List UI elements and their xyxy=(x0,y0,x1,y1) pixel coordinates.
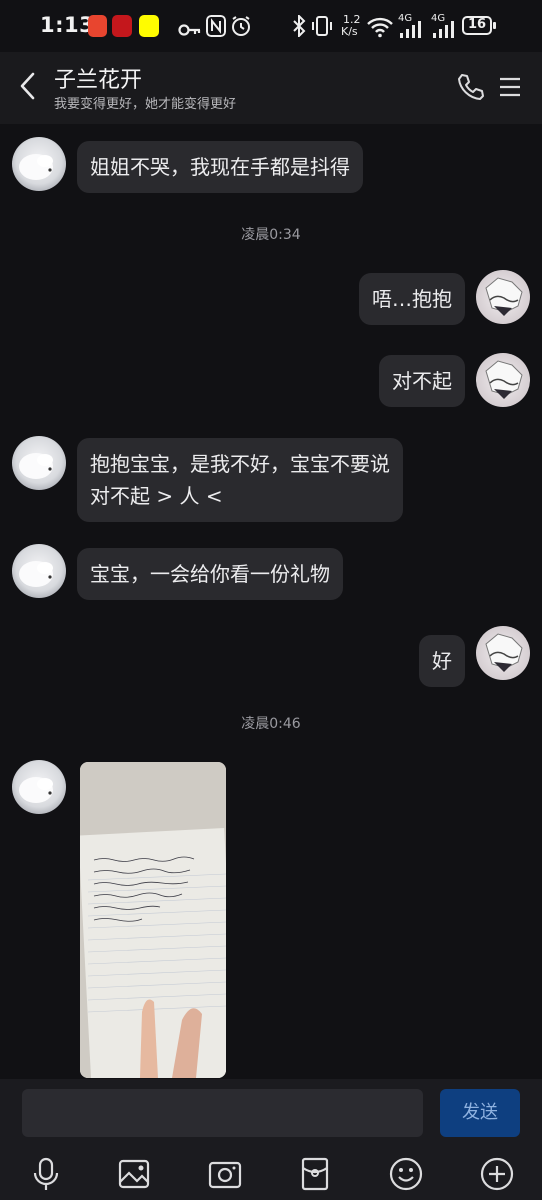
photo-of-handwritten-note-icon xyxy=(80,762,226,1078)
emoji-icon[interactable] xyxy=(388,1156,424,1192)
signal-icon-2 xyxy=(433,21,454,38)
signal-icon xyxy=(400,21,421,38)
menu-icon[interactable] xyxy=(498,75,522,99)
message-bubble[interactable]: 宝宝，一会给你看一份礼物 xyxy=(77,548,343,600)
message-bubble[interactable]: 唔…抱抱 xyxy=(359,273,465,325)
microphone-icon[interactable] xyxy=(28,1156,64,1192)
phone-icon[interactable] xyxy=(456,72,486,102)
image-message[interactable] xyxy=(80,762,226,1078)
message-text-line: 抱抱宝宝，是我不好，宝宝不要说 xyxy=(90,452,390,476)
network-speed-unit: K/s xyxy=(341,25,358,38)
chat-subtitle: 我要变得更好，她才能变得更好 xyxy=(54,97,237,112)
contact-avatar[interactable] xyxy=(12,544,66,598)
status-bar: 1:13 1.2 K/s 4G 4G 16 xyxy=(0,0,542,52)
notification-red-app-icon-2 xyxy=(112,15,132,37)
nfc-icon xyxy=(206,15,226,37)
message-bubble[interactable]: 对不起 xyxy=(379,355,465,407)
notification-red-app-icon xyxy=(88,15,107,37)
message-bubble[interactable]: 好 xyxy=(419,635,465,687)
self-avatar[interactable] xyxy=(476,353,530,407)
plus-icon[interactable] xyxy=(479,1156,515,1192)
battery-tip xyxy=(493,22,496,29)
contact-avatar[interactable] xyxy=(12,436,66,490)
contact-avatar[interactable] xyxy=(12,137,66,191)
back-chevron-icon[interactable] xyxy=(14,70,42,102)
snapchat-icon xyxy=(139,15,159,37)
red-envelope-icon[interactable] xyxy=(297,1156,333,1192)
self-avatar[interactable] xyxy=(476,270,530,324)
message-bubble[interactable]: 抱抱宝宝，是我不好，宝宝不要说 对不起 > 人 < xyxy=(77,438,403,522)
image-icon[interactable] xyxy=(116,1156,152,1192)
message-text-line: 对不起 > 人 < xyxy=(90,484,223,508)
self-avatar[interactable] xyxy=(476,626,530,680)
message-timestamp: 凌晨0:34 xyxy=(241,227,301,243)
message-bubble[interactable]: 姐姐不哭，我现在手都是抖得 xyxy=(77,141,363,193)
send-button[interactable]: 发送 xyxy=(440,1089,520,1137)
vibrate-icon xyxy=(312,16,332,36)
alarm-icon xyxy=(232,16,250,36)
contact-avatar[interactable] xyxy=(12,760,66,814)
battery-level: 16 xyxy=(467,17,487,32)
key-icon xyxy=(178,24,201,36)
message-timestamp: 凌晨0:46 xyxy=(241,716,301,732)
wifi-icon xyxy=(367,17,393,38)
message-input[interactable] xyxy=(22,1089,423,1137)
message-list[interactable]: 姐姐不哭，我现在手都是抖得 凌晨0:34 唔…抱抱 对不起 抱抱宝宝，是我不好，… xyxy=(0,124,542,1079)
bluetooth-icon xyxy=(293,15,306,37)
camera-icon[interactable] xyxy=(207,1156,243,1192)
chat-title: 子兰花开 xyxy=(54,68,143,93)
status-time: 1:13 xyxy=(40,13,95,37)
